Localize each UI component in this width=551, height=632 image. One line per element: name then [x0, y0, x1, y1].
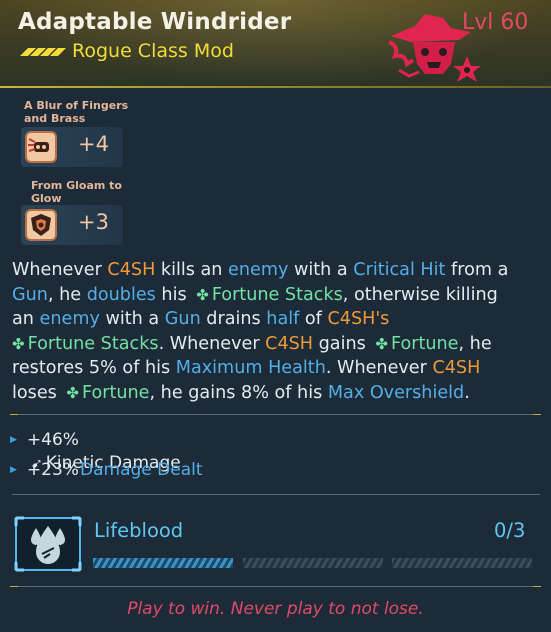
keyword-c4sh: C4SH	[432, 358, 481, 378]
desc-text: , he	[47, 284, 87, 305]
skill-title-line: and Brass	[24, 112, 86, 125]
keyword-enemy: enemy	[39, 309, 100, 329]
brass-knuckles-icon	[25, 131, 57, 163]
clover-icon: ✤	[196, 285, 209, 304]
desc-text: from a	[445, 260, 509, 280]
flavor-text: Play to win. Never play to not lose.	[127, 599, 424, 619]
item-name: Adaptable Windrider	[18, 9, 292, 35]
desc-text: loses	[12, 382, 63, 403]
skill-from-gloam-to-glow[interactable]: +3	[21, 205, 123, 245]
skill-points: +4	[78, 132, 109, 156]
divider	[12, 586, 540, 587]
desc-text: drains	[200, 309, 267, 329]
keyword-c4sh: C4SH's	[327, 309, 390, 329]
stat-row: ▶ +46%	[10, 430, 79, 450]
divider	[12, 414, 540, 415]
divider-tick	[10, 586, 18, 587]
keyword-c4sh: C4SH	[107, 260, 156, 280]
desc-text: , he gains 8% of his	[149, 382, 328, 403]
keyword-fortune-stacks: Fortune Stacks	[211, 284, 343, 305]
keyword-maximum-health: Maximum Health	[175, 358, 326, 378]
keyword-max-overshield: Max Overshield	[327, 382, 465, 403]
item-type: Rogue Class Mod	[72, 40, 234, 62]
desc-text: of	[299, 309, 328, 329]
desc-text: gains	[313, 333, 372, 354]
stat-label-damage: Damage Dealt	[80, 460, 203, 480]
keyword-c4sh: C4SH	[265, 333, 314, 354]
lifeblood-bar-segment	[93, 558, 233, 568]
desc-text: with a	[288, 260, 354, 280]
keyword-doubles: doubles	[86, 284, 156, 305]
item-level: Lvl 60	[462, 10, 529, 35]
skill-title: From Gloam to Glow	[31, 179, 122, 205]
lifeblood-bar-segment	[243, 558, 383, 568]
keyword-fortune: Fortune	[81, 382, 150, 403]
skill-title-line: Glow	[31, 192, 62, 205]
description-line: an enemy with a Gun drains half of C4SH'…	[12, 307, 544, 332]
desc-text: an	[12, 309, 40, 329]
keyword-half: half	[266, 309, 300, 329]
divider-tick	[10, 414, 18, 415]
bullet-arrow-icon: ▶	[10, 435, 17, 445]
desc-text: , otherwise killing	[342, 284, 498, 305]
skill-title: A Blur of Fingers and Brass	[24, 99, 128, 125]
keyword-critical-hit: Critical Hit	[353, 260, 446, 280]
divider-tick	[533, 414, 541, 415]
description-line: Whenever C4SH kills an enemy with a Crit…	[12, 258, 544, 283]
desc-text: .	[464, 382, 470, 403]
desc-text: . Whenever	[325, 358, 433, 378]
keyword-fortune-stacks: Fortune Stacks	[27, 333, 159, 354]
desc-text: with a	[99, 309, 165, 329]
blood-drops-icon	[14, 516, 82, 572]
desc-text: , he	[458, 333, 492, 354]
keyword-fortune: Fortune	[390, 333, 459, 354]
item-description: Whenever C4SH kills an enemy with a Crit…	[12, 258, 544, 405]
bullet-arrow-icon: ▶	[10, 465, 17, 475]
clover-icon: ✤	[375, 334, 388, 353]
clover-icon: ✤	[12, 334, 25, 353]
skill-a-blur-of-fingers[interactable]: +4	[21, 127, 123, 167]
kinetic-damage-icon: ➹	[31, 456, 43, 472]
stat-label: Damage Dealt	[80, 460, 203, 480]
item-header: Adaptable Windrider Rogue Class Mod Lvl …	[0, 0, 551, 88]
description-line: ✤ Fortune Stacks. Whenever C4SH gains ✤ Fo…	[12, 332, 544, 357]
skill-points: +3	[78, 210, 109, 234]
keyword-gun: Gun	[12, 284, 48, 305]
desc-text: . Whenever	[158, 333, 266, 354]
keyword-gun: Gun	[164, 309, 201, 329]
clover-icon: ✤	[66, 383, 79, 402]
description-line: restores 5% of his Maximum Health. Whene…	[12, 356, 544, 381]
lifeblood-name: Lifeblood	[94, 519, 184, 542]
keyword-enemy: enemy	[228, 260, 289, 280]
shield-badge-icon	[25, 209, 57, 241]
divider-tick	[533, 586, 541, 587]
lifeblood-bar-segment	[392, 558, 532, 568]
divider	[12, 494, 540, 495]
desc-text: Whenever	[12, 260, 108, 280]
stat-value: +46%	[26, 430, 79, 450]
lifeblood-count: 0/3	[494, 519, 526, 542]
desc-text: his	[155, 284, 193, 305]
description-line: Gun, he doubles his ✤ Fortune Stacks, oth…	[12, 283, 544, 308]
desc-text: restores 5% of his	[12, 358, 176, 378]
skill-title-line: A Blur of Fingers	[24, 99, 129, 112]
legendary-chevrons-icon	[20, 48, 66, 56]
skill-title-line: From Gloam to	[31, 179, 122, 192]
description-line: loses ✤ Fortune, he gains 8% of his Max O…	[12, 381, 544, 406]
desc-text: kills an	[155, 260, 229, 280]
